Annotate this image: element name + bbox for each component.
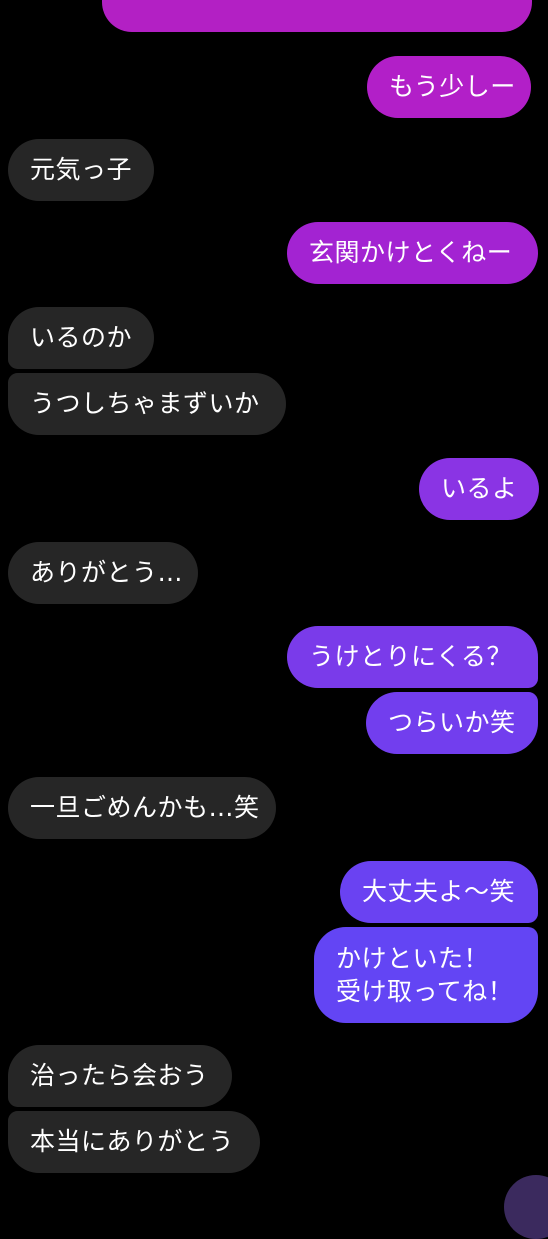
message-text: ありがとう… bbox=[30, 558, 184, 587]
message-text: いるのか bbox=[30, 323, 133, 352]
outgoing-message[interactable]: いるよ bbox=[419, 458, 539, 520]
message-text-line-1: かけといた！ bbox=[336, 944, 490, 973]
message-text: もう少しー bbox=[389, 72, 516, 101]
message-text: うつしちゃまずいか bbox=[30, 389, 260, 418]
incoming-message[interactable]: ありがとう… bbox=[8, 542, 198, 604]
outgoing-message[interactable]: もう少しー bbox=[367, 56, 531, 118]
message-thread: もう少しー 元気っ子 玄関かけとくねー いるのか うつしちゃまずいか いるよ あ… bbox=[0, 0, 548, 1239]
message-text: 玄関かけとくねー bbox=[309, 238, 513, 267]
message-text: 本当にありがとう bbox=[30, 1127, 235, 1156]
message-text: 元気っ子 bbox=[30, 155, 133, 184]
message-text: 治ったら会おう bbox=[30, 1061, 209, 1090]
outgoing-bubble-cropped[interactable] bbox=[102, 0, 532, 32]
incoming-message[interactable]: 治ったら会おう bbox=[8, 1045, 232, 1107]
outgoing-message[interactable]: 玄関かけとくねー bbox=[287, 222, 538, 284]
incoming-message[interactable]: 一旦ごめんかも…笑 bbox=[8, 777, 276, 839]
message-text-line-2: 受け取ってね！ bbox=[336, 977, 514, 1006]
incoming-message[interactable]: うつしちゃまずいか bbox=[8, 373, 286, 435]
message-text: つらいか笑 bbox=[388, 708, 516, 737]
scroll-to-bottom-button[interactable] bbox=[504, 1175, 548, 1239]
outgoing-message[interactable]: かけといた！ 受け取ってね！ bbox=[314, 927, 538, 1023]
incoming-message[interactable]: 元気っ子 bbox=[8, 139, 154, 201]
incoming-message[interactable]: いるのか bbox=[8, 307, 154, 369]
outgoing-message[interactable]: 大丈夫よ〜笑 bbox=[340, 861, 538, 923]
outgoing-message[interactable]: つらいか笑 bbox=[366, 692, 538, 754]
message-text: 大丈夫よ〜笑 bbox=[362, 877, 516, 906]
message-text: うけとりにくる？ bbox=[309, 642, 513, 671]
message-text: いるよ bbox=[441, 474, 518, 503]
outgoing-message[interactable]: うけとりにくる？ bbox=[287, 626, 538, 688]
incoming-message[interactable]: 本当にありがとう bbox=[8, 1111, 260, 1173]
message-text: 一旦ごめんかも…笑 bbox=[30, 793, 260, 822]
